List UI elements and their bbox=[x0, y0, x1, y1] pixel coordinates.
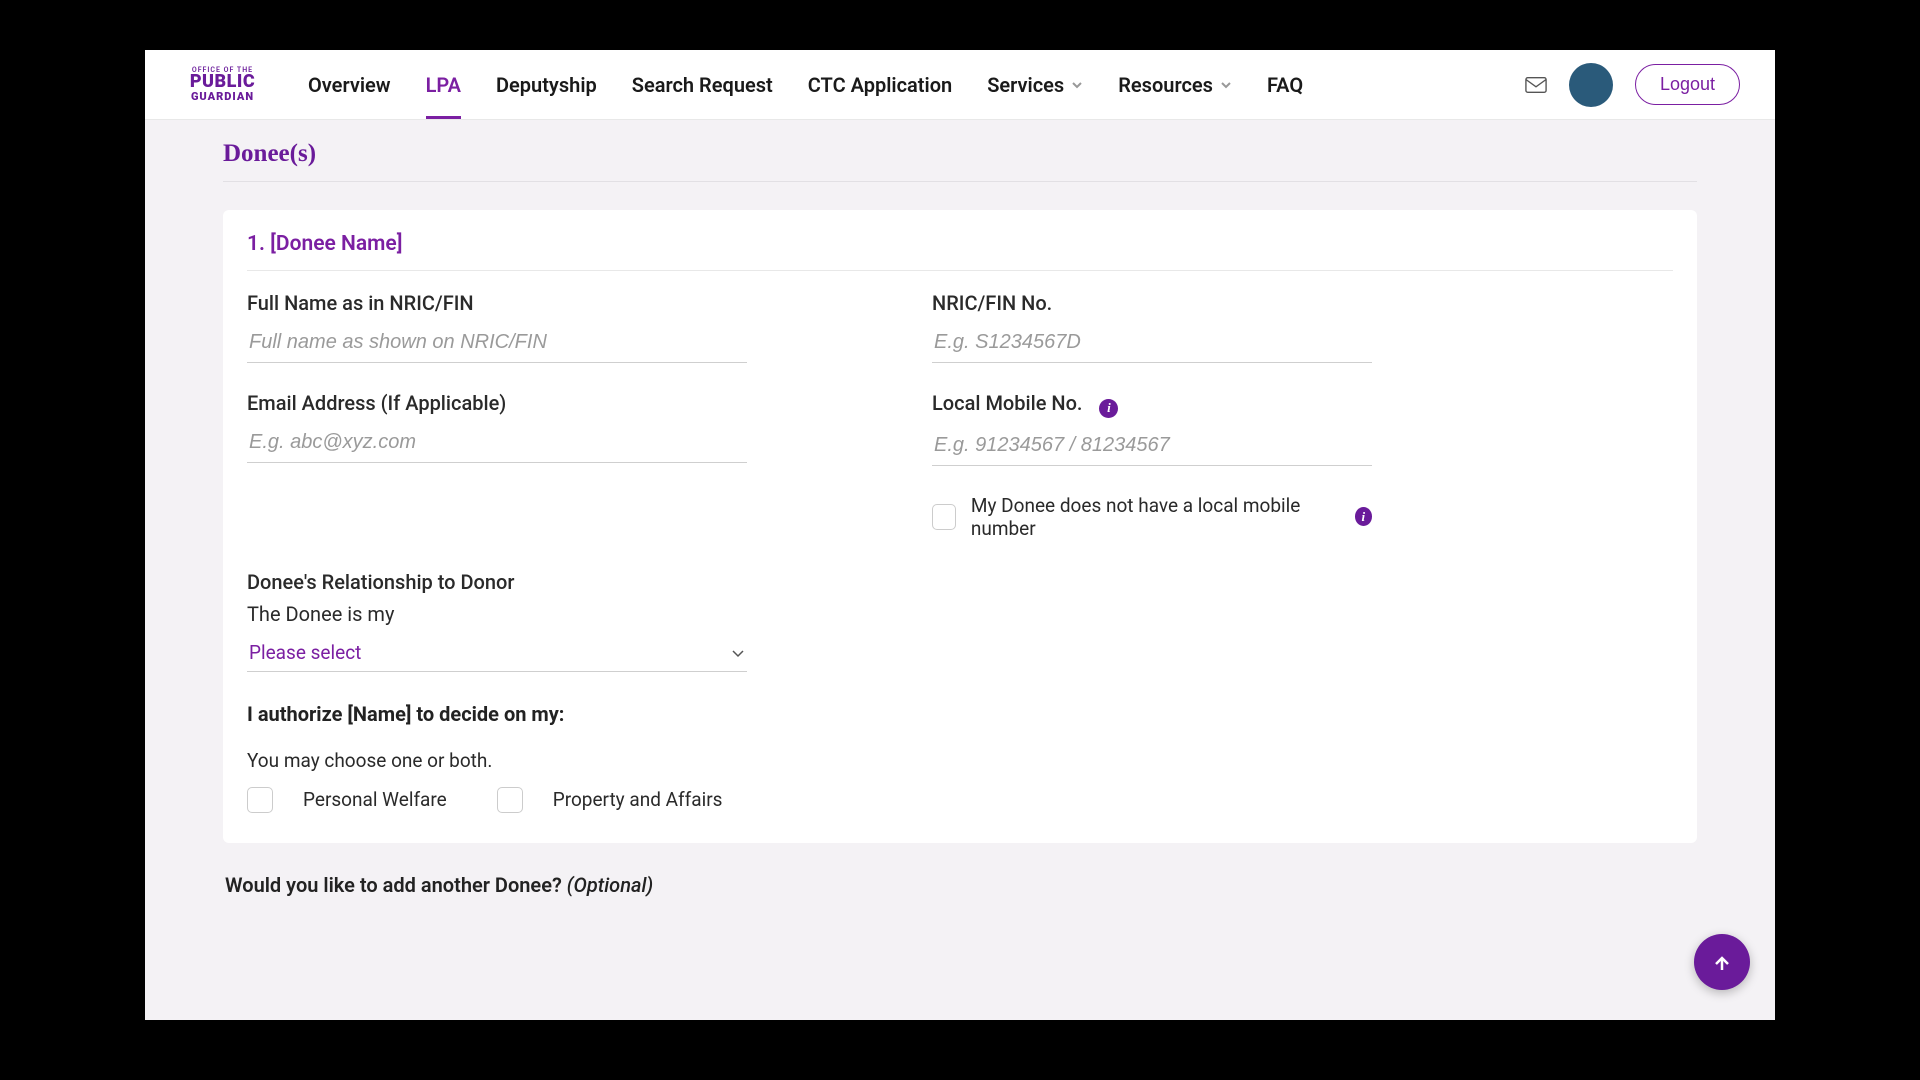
property-affairs-label: Property and Affairs bbox=[553, 788, 723, 811]
mail-icon[interactable] bbox=[1525, 76, 1547, 94]
section-title-donees: Donee(s) bbox=[223, 140, 1697, 168]
nav-services[interactable]: Services bbox=[987, 50, 1083, 119]
authorize-title: I authorize [Name] to decide on my: bbox=[247, 702, 1673, 726]
no-mobile-checkbox[interactable] bbox=[932, 504, 956, 530]
relationship-sublabel: The Donee is my bbox=[247, 602, 747, 626]
nav-faq[interactable]: FAQ bbox=[1267, 50, 1303, 119]
donee-card-heading: 1. [Donee Name] bbox=[247, 232, 1673, 271]
nric-label: NRIC/FIN No. bbox=[932, 291, 1372, 315]
authorize-hint: You may choose one or both. bbox=[247, 749, 1673, 772]
chevron-down-icon bbox=[731, 645, 745, 659]
nric-input[interactable] bbox=[932, 323, 1372, 363]
top-nav-bar: OFFICE OF THE PUBLIC GUARDIAN Overview L… bbox=[145, 50, 1775, 120]
relationship-select[interactable]: Please select bbox=[247, 634, 747, 672]
avatar[interactable] bbox=[1569, 63, 1613, 107]
mobile-input[interactable] bbox=[932, 426, 1372, 466]
logout-button[interactable]: Logout bbox=[1635, 64, 1740, 105]
nav-overview[interactable]: Overview bbox=[308, 50, 391, 119]
no-mobile-label: My Donee does not have a local mobile nu… bbox=[971, 494, 1335, 540]
no-mobile-row: My Donee does not have a local mobile nu… bbox=[932, 494, 1372, 540]
chevron-down-icon bbox=[1220, 79, 1232, 91]
mobile-label: Local Mobile No. i bbox=[932, 391, 1372, 418]
personal-welfare-label: Personal Welfare bbox=[303, 788, 447, 811]
opg-logo: OFFICE OF THE PUBLIC GUARDIAN bbox=[180, 57, 265, 112]
info-icon[interactable]: i bbox=[1099, 399, 1118, 418]
nav-search-request[interactable]: Search Request bbox=[632, 50, 773, 119]
email-label: Email Address (If Applicable) bbox=[247, 391, 747, 415]
nav-resources[interactable]: Resources bbox=[1118, 50, 1232, 119]
personal-welfare-checkbox[interactable] bbox=[247, 787, 273, 813]
donee-card: 1. [Donee Name] Full Name as in NRIC/FIN… bbox=[223, 210, 1697, 843]
fullname-input[interactable] bbox=[247, 323, 747, 363]
section-divider bbox=[223, 181, 1697, 182]
nav-lpa[interactable]: LPA bbox=[426, 50, 461, 119]
fullname-label: Full Name as in NRIC/FIN bbox=[247, 291, 747, 315]
email-input[interactable] bbox=[247, 423, 747, 463]
chevron-down-icon bbox=[1071, 79, 1083, 91]
property-affairs-checkbox[interactable] bbox=[497, 787, 523, 813]
nav-ctc-application[interactable]: CTC Application bbox=[808, 50, 952, 119]
main-nav: Overview LPA Deputyship Search Request C… bbox=[308, 50, 1303, 119]
scroll-to-top-button[interactable] bbox=[1694, 934, 1750, 990]
nav-deputyship[interactable]: Deputyship bbox=[496, 50, 597, 119]
add-another-donee-question: Would you like to add another Donee? (Op… bbox=[225, 873, 1697, 897]
info-icon[interactable]: i bbox=[1355, 507, 1372, 526]
relationship-label: Donee's Relationship to Donor bbox=[247, 570, 747, 594]
arrow-up-icon bbox=[1712, 952, 1732, 972]
